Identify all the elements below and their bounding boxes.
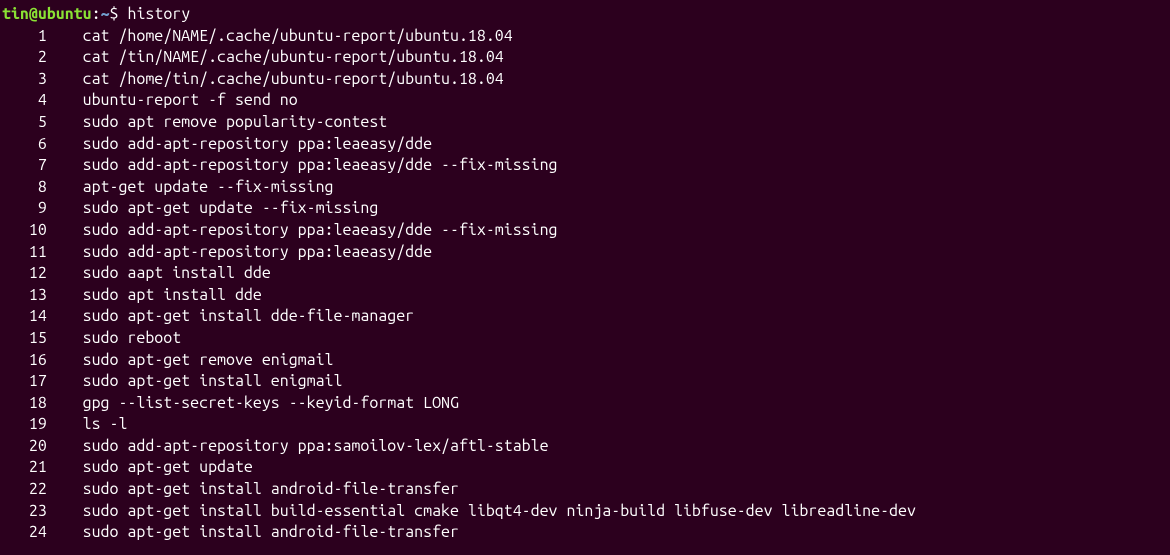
prompt-colon: :: [92, 5, 101, 23]
prompt-user-host: tin@ubuntu: [2, 5, 92, 23]
history-row: 19 ls -l: [2, 414, 1170, 436]
history-row: 21 sudo apt-get update: [2, 457, 1170, 479]
history-number: 22: [2, 479, 47, 501]
history-output: 1 cat /home/NAME/.cache/ubuntu-report/ub…: [2, 26, 1170, 544]
history-command: sudo add-apt-repository ppa:leaeasy/dde …: [47, 156, 558, 174]
history-command: sudo apt-get remove enigmail: [47, 351, 334, 369]
history-command: sudo reboot: [47, 329, 181, 347]
history-number: 3: [2, 69, 47, 91]
history-command: sudo add-apt-repository ppa:leaeasy/dde …: [47, 221, 558, 239]
history-command: cat /home/tin/.cache/ubuntu-report/ubunt…: [47, 70, 504, 88]
history-row: 6 sudo add-apt-repository ppa:leaeasy/dd…: [2, 134, 1170, 156]
history-command: apt-get update --fix-missing: [47, 178, 334, 196]
typed-command: history: [127, 5, 190, 23]
prompt-cwd: ~: [101, 5, 110, 23]
history-row: 11 sudo add-apt-repository ppa:leaeasy/d…: [2, 242, 1170, 264]
history-number: 15: [2, 328, 47, 350]
history-number: 10: [2, 220, 47, 242]
history-number: 13: [2, 285, 47, 307]
history-row: 9 sudo apt-get update --fix-missing: [2, 198, 1170, 220]
history-row: 13 sudo apt install dde: [2, 285, 1170, 307]
history-command: sudo apt remove popularity-contest: [47, 113, 387, 131]
history-number: 11: [2, 242, 47, 264]
history-command: gpg --list-secret-keys --keyid-format LO…: [47, 394, 459, 412]
history-number: 21: [2, 457, 47, 479]
history-command: sudo apt-get install android-file-transf…: [47, 523, 459, 541]
history-number: 18: [2, 393, 47, 415]
history-command: sudo add-apt-repository ppa:leaeasy/dde: [47, 135, 432, 153]
history-number: 7: [2, 155, 47, 177]
history-number: 14: [2, 306, 47, 328]
history-row: 8 apt-get update --fix-missing: [2, 177, 1170, 199]
history-row: 20 sudo add-apt-repository ppa:samoilov-…: [2, 436, 1170, 458]
history-command: sudo apt-get update: [47, 458, 253, 476]
history-command: sudo apt-get install android-file-transf…: [47, 480, 459, 498]
history-row: 1 cat /home/NAME/.cache/ubuntu-report/ub…: [2, 26, 1170, 48]
history-number: 9: [2, 198, 47, 220]
history-command: sudo apt-get update --fix-missing: [47, 199, 379, 217]
history-row: 5 sudo apt remove popularity-contest: [2, 112, 1170, 134]
history-row: 23 sudo apt-get install build-essential …: [2, 501, 1170, 523]
history-row: 7 sudo add-apt-repository ppa:leaeasy/dd…: [2, 155, 1170, 177]
history-row: 22 sudo apt-get install android-file-tra…: [2, 479, 1170, 501]
history-row: 3 cat /home/tin/.cache/ubuntu-report/ubu…: [2, 69, 1170, 91]
history-number: 19: [2, 414, 47, 436]
history-command: ls -l: [47, 415, 128, 433]
history-number: 12: [2, 263, 47, 285]
history-command: sudo apt-get install dde-file-manager: [47, 307, 414, 325]
history-number: 20: [2, 436, 47, 458]
history-command: sudo apt-get install enigmail: [47, 372, 343, 390]
history-number: 8: [2, 177, 47, 199]
history-number: 5: [2, 112, 47, 134]
history-command: sudo apt install dde: [47, 286, 262, 304]
history-row: 16 sudo apt-get remove enigmail: [2, 350, 1170, 372]
history-row: 15 sudo reboot: [2, 328, 1170, 350]
history-row: 4 ubuntu-report -f send no: [2, 90, 1170, 112]
history-command: sudo apt-get install build-essential cma…: [47, 502, 916, 520]
history-number: 6: [2, 134, 47, 156]
history-row: 18 gpg --list-secret-keys --keyid-format…: [2, 393, 1170, 415]
history-command: sudo add-apt-repository ppa:leaeasy/dde: [47, 243, 432, 261]
history-command: cat /home/NAME/.cache/ubuntu-report/ubun…: [47, 27, 513, 45]
history-row: 12 sudo aapt install dde: [2, 263, 1170, 285]
history-number: 4: [2, 90, 47, 112]
prompt-line: tin@ubuntu:~$ history: [2, 4, 1170, 26]
history-number: 2: [2, 47, 47, 69]
history-row: 2 cat /tin/NAME/.cache/ubuntu-report/ubu…: [2, 47, 1170, 69]
history-command: cat /tin/NAME/.cache/ubuntu-report/ubunt…: [47, 48, 504, 66]
prompt-dollar: $: [110, 5, 119, 23]
history-number: 23: [2, 501, 47, 523]
history-row: 24 sudo apt-get install android-file-tra…: [2, 522, 1170, 544]
history-row: 17 sudo apt-get install enigmail: [2, 371, 1170, 393]
history-number: 16: [2, 350, 47, 372]
history-number: 24: [2, 522, 47, 544]
history-row: 10 sudo add-apt-repository ppa:leaeasy/d…: [2, 220, 1170, 242]
history-row: 14 sudo apt-get install dde-file-manager: [2, 306, 1170, 328]
history-command: sudo aapt install dde: [47, 264, 271, 282]
history-command: ubuntu-report -f send no: [47, 91, 298, 109]
terminal-window[interactable]: tin@ubuntu:~$ history 1 cat /home/NAME/.…: [2, 4, 1170, 544]
history-number: 17: [2, 371, 47, 393]
history-command: sudo add-apt-repository ppa:samoilov-lex…: [47, 437, 549, 455]
history-number: 1: [2, 26, 47, 48]
